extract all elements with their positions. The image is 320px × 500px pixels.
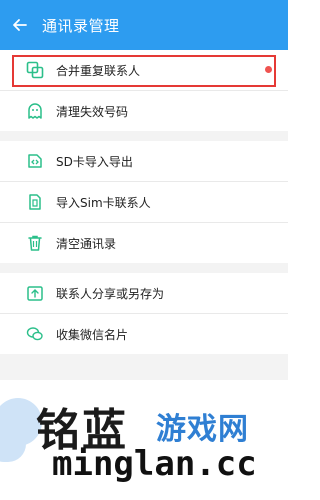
clean-invalid-numbers-label: 清理失效号码 <box>56 104 129 119</box>
highlight-box <box>12 55 276 87</box>
share-save-contacts-item[interactable]: 联系人分享或另存为 <box>0 273 288 313</box>
sim-card-icon <box>26 193 44 211</box>
menu-group-1: 合并重复联系人 清理失效号码 <box>0 50 288 131</box>
watermark: 铭蓝 游戏网 minglan.cc <box>0 380 288 500</box>
sd-import-export-label: SD卡导入导出 <box>56 154 133 169</box>
menu-group-2: SD卡导入导出 导入Sim卡联系人 清空通讯录 <box>0 141 288 263</box>
import-sim-contacts-item[interactable]: 导入Sim卡联系人 <box>0 182 288 222</box>
section-gap <box>0 131 288 141</box>
collect-wechat-cards-item[interactable]: 收集微信名片 <box>0 314 288 354</box>
clean-invalid-numbers-item[interactable]: 清理失效号码 <box>0 91 288 131</box>
section-gap <box>0 263 288 273</box>
arrow-left-icon <box>13 19 27 31</box>
share-save-contacts-label: 联系人分享或另存为 <box>56 286 165 301</box>
merge-icon <box>26 61 44 79</box>
trash-icon <box>26 234 44 252</box>
collect-wechat-cards-label: 收集微信名片 <box>56 327 129 342</box>
new-badge-dot <box>265 66 272 73</box>
wechat-icon <box>26 325 44 343</box>
page-title: 通讯录管理 <box>42 16 120 35</box>
menu-group-3: 联系人分享或另存为 收集微信名片 <box>0 273 288 354</box>
share-icon <box>26 284 44 302</box>
clear-contacts-label: 清空通讯录 <box>56 236 117 251</box>
watermark-url: minglan.cc <box>52 444 257 484</box>
ghost-icon <box>26 102 44 120</box>
sd-card-icon <box>26 152 44 170</box>
merge-duplicates-item[interactable]: 合并重复联系人 <box>0 50 288 90</box>
sd-import-export-item[interactable]: SD卡导入导出 <box>0 141 288 181</box>
back-button[interactable] <box>4 0 36 50</box>
import-sim-contacts-label: 导入Sim卡联系人 <box>56 195 151 210</box>
app-header: 通讯录管理 <box>0 0 288 50</box>
merge-duplicates-label: 合并重复联系人 <box>56 63 141 78</box>
content-area: 合并重复联系人 清理失效号码 SD卡导入导出 导入Sim卡联系人 清空通讯录 联… <box>0 50 288 380</box>
clear-contacts-item[interactable]: 清空通讯录 <box>0 223 288 263</box>
watermark-brand-cn-blue: 游戏网 <box>156 412 249 447</box>
